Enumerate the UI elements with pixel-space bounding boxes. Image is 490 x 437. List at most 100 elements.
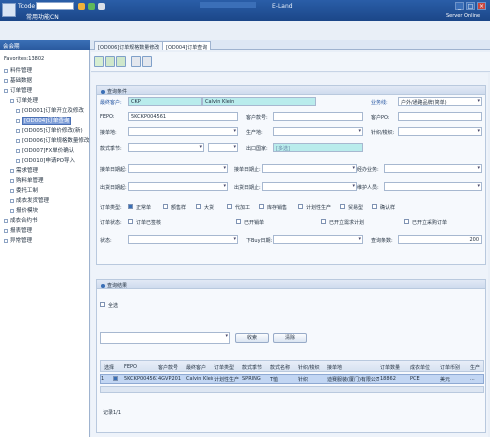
sidebar-item[interactable]: [OD006]订单规格数量修改 — [0, 136, 90, 144]
order-status-checkbox[interactable] — [404, 219, 409, 224]
sidebar-item[interactable]: 异常管理 — [0, 236, 90, 244]
expand-toggle-icon[interactable] — [16, 138, 20, 143]
maximize-button[interactable]: □ — [466, 2, 475, 10]
expand-toggle-icon[interactable] — [4, 88, 8, 93]
maintainer-select[interactable] — [384, 182, 482, 191]
sidebar-item[interactable]: 报价模块 — [0, 206, 90, 214]
cust-po-input[interactable] — [398, 112, 482, 121]
sidebar-item[interactable]: 委托工制 — [0, 186, 90, 194]
column-header[interactable]: FEPO — [124, 364, 137, 370]
ship-date-from-input[interactable] — [128, 182, 228, 191]
import-excel-icon[interactable] — [116, 56, 126, 67]
ship-date-to-input[interactable] — [262, 182, 357, 191]
style-season-select[interactable] — [128, 143, 204, 152]
print-icon[interactable] — [131, 56, 141, 67]
order-type-checkbox[interactable] — [340, 204, 345, 209]
column-header[interactable]: 最终客户 — [186, 364, 206, 371]
column-header[interactable]: 款式季节 — [242, 364, 262, 371]
column-header[interactable]: 款式名称 — [270, 364, 290, 371]
column-header[interactable]: 订单类型 — [214, 364, 234, 371]
export-excel-icon[interactable] — [105, 56, 115, 67]
order-type-checkbox[interactable] — [227, 204, 232, 209]
clear-button[interactable]: 清除 — [273, 333, 307, 343]
tab-od006[interactable]: [OD006]订单规格数量修改 — [94, 41, 164, 51]
sidebar-item[interactable]: 需求管理 — [0, 166, 90, 174]
expand-toggle-icon[interactable] — [4, 228, 8, 233]
expand-toggle-icon[interactable] — [16, 118, 20, 123]
sidebar-item[interactable]: 订单处理 — [0, 96, 90, 104]
sidebar-item[interactable]: 基础数据 — [0, 76, 90, 84]
expand-toggle-icon[interactable] — [4, 218, 8, 223]
column-header[interactable]: 成衣单位 — [410, 364, 430, 371]
expand-toggle-icon[interactable] — [16, 128, 20, 133]
query-count-input[interactable]: 200 — [398, 235, 482, 244]
sidebar-item[interactable]: [OD004]订单查询 — [0, 116, 90, 125]
forward-icon[interactable] — [98, 3, 105, 10]
sidebar-item[interactable]: 购料单管理 — [0, 176, 90, 184]
expand-toggle-icon[interactable] — [4, 238, 8, 243]
expand-toggle-icon[interactable] — [16, 158, 20, 163]
expand-toggle-icon[interactable] — [4, 68, 8, 73]
order-type-checkbox[interactable] — [196, 204, 201, 209]
knit-select[interactable] — [398, 127, 482, 136]
sidebar-item[interactable]: [OD007]FX单价确认 — [0, 146, 90, 154]
handler-select[interactable] — [384, 164, 482, 173]
order-status-checkbox[interactable] — [128, 219, 133, 224]
fepo-input[interactable]: 5KCKP004561 — [128, 112, 238, 121]
customer-code-field[interactable]: CKP — [128, 97, 202, 106]
search-button[interactable]: 收索 — [235, 333, 269, 343]
sidebar-item[interactable]: 成衣发货管理 — [0, 196, 90, 204]
column-header[interactable]: 订单数量 — [380, 364, 400, 371]
column-header[interactable]: 选择 — [104, 364, 114, 371]
sidebar-item[interactable]: [OD005]订单价修改(新) — [0, 126, 90, 134]
buy-date-input[interactable] — [273, 235, 363, 244]
column-header[interactable]: 针织/梭织 — [298, 364, 320, 371]
close-button[interactable]: × — [477, 2, 486, 10]
cust-style-input[interactable] — [273, 112, 363, 121]
query-icon[interactable] — [94, 56, 104, 67]
sidebar-item[interactable]: 成衣合约书 — [0, 216, 90, 224]
order-type-checkbox[interactable] — [372, 204, 377, 209]
tab-od004[interactable]: [OD004]订单查询 — [162, 41, 212, 51]
expand-toggle-icon[interactable] — [10, 168, 14, 173]
select-all-checkbox[interactable] — [100, 302, 105, 307]
sidebar-item[interactable]: [OD010]申请PO导入 — [0, 156, 90, 164]
expand-toggle-icon[interactable] — [10, 188, 14, 193]
expand-toggle-icon[interactable] — [10, 178, 14, 183]
prod-place-select[interactable] — [273, 127, 363, 136]
sidebar-item[interactable]: 料件管理 — [0, 66, 90, 74]
result-filter-select[interactable] — [100, 332, 230, 344]
sidebar-item[interactable]: 订单管理 — [0, 86, 90, 94]
favorites-label[interactable]: Favorites:13802 — [4, 56, 44, 62]
expand-toggle-icon[interactable] — [4, 78, 8, 83]
order-date-to-input[interactable] — [262, 164, 357, 173]
column-header[interactable]: 生产 — [470, 364, 480, 371]
expand-toggle-icon[interactable] — [10, 208, 14, 213]
refresh-icon[interactable] — [78, 3, 85, 10]
export-country-input[interactable]: [多选] — [273, 143, 363, 152]
order-date-from-input[interactable] — [128, 164, 228, 173]
close-page-icon[interactable] — [142, 56, 152, 67]
column-header[interactable]: 接单地 — [327, 364, 342, 371]
horizontal-scrollbar[interactable] — [100, 386, 484, 393]
order-status-checkbox[interactable] — [236, 219, 241, 224]
tcode-input[interactable] — [36, 2, 74, 10]
state-select[interactable] — [128, 235, 238, 244]
ship-place-select[interactable] — [128, 127, 238, 136]
back-icon[interactable] — [88, 3, 95, 10]
column-header[interactable]: 订单币别 — [440, 364, 460, 371]
minimize-button[interactable]: _ — [455, 2, 464, 10]
order-type-checkbox[interactable] — [163, 204, 168, 209]
row-checkbox[interactable] — [113, 376, 118, 381]
style-season-sub-select[interactable] — [208, 143, 238, 152]
order-type-checkbox[interactable] — [259, 204, 264, 209]
expand-toggle-icon[interactable] — [16, 108, 20, 113]
sidebar-item[interactable]: [OD001]订单开立及修改 — [0, 106, 90, 114]
order-type-checkbox[interactable] — [128, 204, 133, 209]
expand-toggle-icon[interactable] — [16, 148, 20, 153]
expand-toggle-icon[interactable] — [10, 98, 14, 103]
business-line-select[interactable]: 户外/通路品牌(简单) — [398, 97, 482, 106]
order-status-checkbox[interactable] — [321, 219, 326, 224]
sidebar-item[interactable]: 报表管理 — [0, 226, 90, 234]
expand-toggle-icon[interactable] — [10, 198, 14, 203]
